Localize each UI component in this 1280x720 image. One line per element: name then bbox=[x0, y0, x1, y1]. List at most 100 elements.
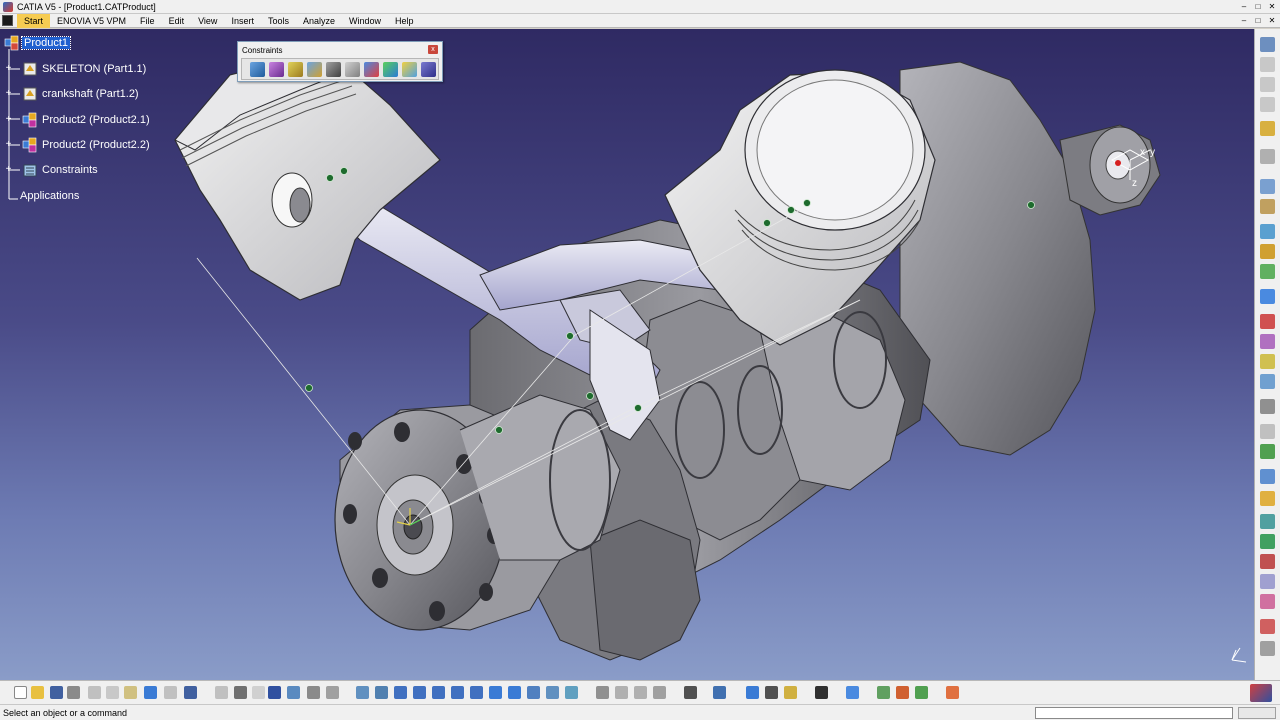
3d-section-icon[interactable] bbox=[634, 686, 647, 699]
tree-applications-label[interactable]: Applications bbox=[18, 190, 81, 202]
tree-item-label[interactable]: Product2 (Product2.1) bbox=[40, 114, 152, 126]
paste-icon[interactable] bbox=[124, 686, 137, 699]
menu-file[interactable]: File bbox=[133, 14, 162, 28]
cut-section-icon[interactable] bbox=[615, 686, 628, 699]
document-icon[interactable] bbox=[2, 15, 13, 26]
sketcher-icon[interactable] bbox=[784, 686, 797, 699]
menu-insert[interactable]: Insert bbox=[224, 14, 261, 28]
distance-icon[interactable] bbox=[1260, 554, 1275, 569]
tree-item-constraints[interactable]: + Constraints bbox=[4, 161, 100, 179]
annotation-icon[interactable] bbox=[1260, 574, 1275, 589]
maximize-button[interactable]: □ bbox=[1252, 1, 1264, 12]
constraints-toolbar-close-button[interactable]: x bbox=[428, 45, 438, 54]
apply-material-icon[interactable] bbox=[287, 686, 300, 699]
sectioning-icon[interactable] bbox=[1260, 534, 1275, 549]
fix-icon[interactable] bbox=[1260, 399, 1275, 414]
snap-icon[interactable] bbox=[1260, 244, 1275, 259]
quick-constraint-icon[interactable] bbox=[364, 62, 379, 77]
normal-view-icon[interactable] bbox=[470, 686, 483, 699]
isometric-view-icon[interactable] bbox=[508, 686, 521, 699]
fit-all-in-icon[interactable] bbox=[375, 686, 388, 699]
tree-item-product2-1[interactable]: + Product2 (Product2.1) bbox=[4, 111, 152, 129]
menu-enovia[interactable]: ENOVIA V5 VPM bbox=[50, 14, 133, 28]
copy-icon[interactable] bbox=[106, 686, 119, 699]
tree-item-root[interactable]: Product1 bbox=[4, 34, 72, 52]
command-input[interactable] bbox=[1035, 707, 1233, 719]
generate-numbering-icon[interactable] bbox=[1260, 199, 1275, 214]
constraints-toolbar[interactable]: Constraints x bbox=[237, 41, 443, 82]
update-icon[interactable] bbox=[1260, 469, 1275, 484]
flexible-rigid-icon[interactable] bbox=[383, 62, 398, 77]
manipulation-icon[interactable] bbox=[1260, 224, 1275, 239]
swap-visible-space-icon[interactable] bbox=[326, 686, 339, 699]
tree-item-applications[interactable]: Applications bbox=[18, 187, 81, 205]
doc-close-button[interactable]: ✕ bbox=[1266, 15, 1278, 26]
fix-together-side-icon[interactable] bbox=[1260, 424, 1275, 439]
zoom-out-icon[interactable] bbox=[451, 686, 464, 699]
hide-show-icon[interactable] bbox=[546, 686, 559, 699]
compass-icon[interactable] bbox=[846, 686, 859, 699]
open-icon[interactable] bbox=[31, 686, 44, 699]
new-component-icon[interactable] bbox=[1260, 57, 1275, 72]
minimize-button[interactable]: – bbox=[1238, 1, 1250, 12]
specification-tree[interactable]: Product1 + SKELETON (Part1.1) + cranksha… bbox=[0, 29, 240, 229]
shading-icon[interactable] bbox=[527, 686, 540, 699]
doc-minimize-button[interactable]: – bbox=[1238, 15, 1250, 26]
align-icon[interactable] bbox=[746, 686, 759, 699]
fix-component-icon[interactable] bbox=[326, 62, 341, 77]
color-icon[interactable] bbox=[896, 686, 909, 699]
undo-icon[interactable] bbox=[144, 686, 157, 699]
angle-icon[interactable] bbox=[1260, 374, 1275, 389]
fly-mode-icon[interactable] bbox=[356, 686, 369, 699]
quick-view-icon[interactable] bbox=[489, 686, 502, 699]
coincidence-icon[interactable] bbox=[1260, 314, 1275, 329]
expand-icon[interactable]: + bbox=[4, 115, 13, 125]
new-icon[interactable] bbox=[14, 686, 27, 699]
tree-item-label[interactable]: SKELETON (Part1.1) bbox=[40, 63, 148, 75]
capture-icon[interactable] bbox=[684, 686, 697, 699]
reuse-pattern-icon[interactable] bbox=[421, 62, 436, 77]
graph-tree-reordering-icon[interactable] bbox=[1260, 179, 1275, 194]
menu-help[interactable]: Help bbox=[388, 14, 421, 28]
tree-item-skeleton[interactable]: + SKELETON (Part1.1) bbox=[4, 60, 148, 78]
measure-icon[interactable] bbox=[1260, 491, 1275, 506]
macro-icon[interactable] bbox=[946, 686, 959, 699]
angle-constraint-icon[interactable] bbox=[307, 62, 322, 77]
whats-this-icon[interactable] bbox=[184, 686, 197, 699]
design-mode-icon[interactable] bbox=[713, 686, 726, 699]
pan-icon[interactable] bbox=[394, 686, 407, 699]
clipping-icon[interactable] bbox=[653, 686, 666, 699]
tree-item-product2-2[interactable]: + Product2 (Product2.2) bbox=[4, 136, 152, 154]
menu-window[interactable]: Window bbox=[342, 14, 388, 28]
coincidence-constraint-icon[interactable] bbox=[250, 62, 265, 77]
new-part-icon[interactable] bbox=[1260, 97, 1275, 112]
expand-icon[interactable]: + bbox=[4, 64, 13, 74]
replace-component-icon[interactable] bbox=[1260, 149, 1275, 164]
close-button[interactable]: ✕ bbox=[1266, 1, 1278, 12]
contact-constraint-icon[interactable] bbox=[269, 62, 284, 77]
expand-icon[interactable]: + bbox=[4, 140, 13, 150]
catalog-browser-icon[interactable] bbox=[307, 686, 320, 699]
rear-flange[interactable] bbox=[899, 61, 1161, 456]
stop-manipulate-on-clash-icon[interactable] bbox=[1260, 289, 1275, 304]
menu-view[interactable]: View bbox=[191, 14, 224, 28]
tree-item-label[interactable]: Constraints bbox=[40, 164, 100, 176]
scene-icon[interactable] bbox=[1260, 594, 1275, 609]
cut-icon[interactable] bbox=[88, 686, 101, 699]
expand-icon[interactable]: + bbox=[4, 89, 13, 99]
tree-item-label[interactable]: Product2 (Product2.2) bbox=[40, 139, 152, 151]
enhanced-scene-icon[interactable] bbox=[1260, 619, 1275, 634]
multi-view-icon[interactable] bbox=[596, 686, 609, 699]
contact-icon[interactable] bbox=[1260, 334, 1275, 349]
material-icon[interactable] bbox=[877, 686, 890, 699]
catalog-icon[interactable] bbox=[1260, 641, 1275, 656]
explode-icon[interactable] bbox=[1260, 264, 1275, 279]
quick-constraint-side-icon[interactable] bbox=[1260, 444, 1275, 459]
menu-start[interactable]: Start bbox=[17, 13, 51, 28]
save-icon[interactable] bbox=[50, 686, 63, 699]
new-product-icon[interactable] bbox=[1260, 77, 1275, 92]
change-constraint-icon[interactable] bbox=[402, 62, 417, 77]
zoom-in-icon[interactable] bbox=[432, 686, 445, 699]
tools-palette-icon[interactable] bbox=[268, 686, 281, 699]
clash-icon[interactable] bbox=[1260, 514, 1275, 529]
